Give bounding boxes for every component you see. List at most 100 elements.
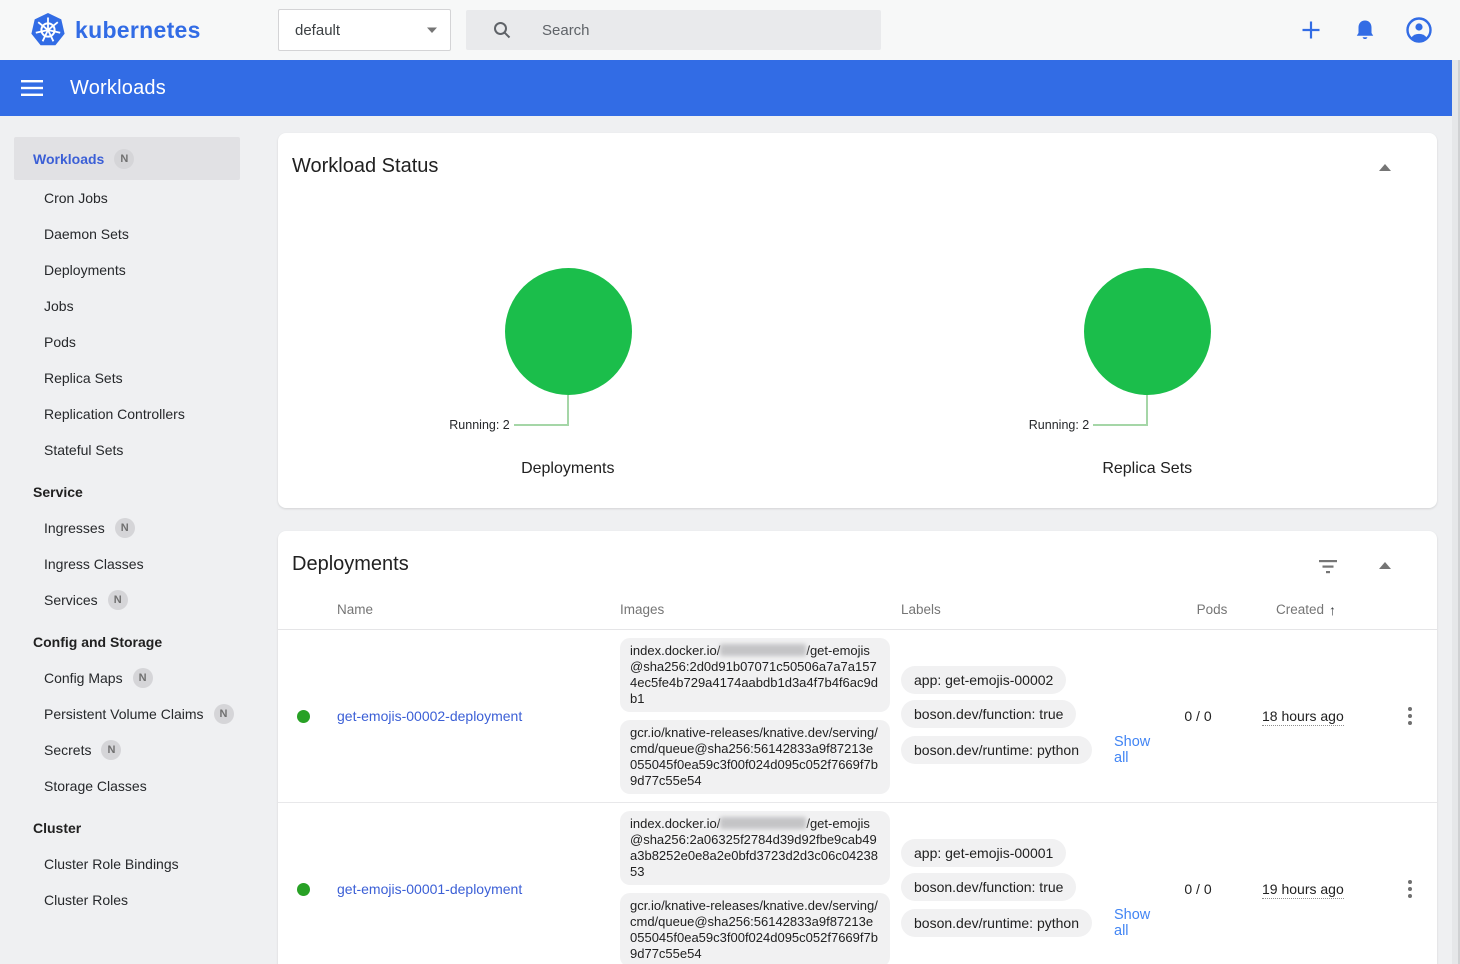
sidebar-item-label: Config Maps (44, 670, 123, 686)
label-chip: boson.dev/runtime: python (901, 909, 1092, 937)
label-chip: boson.dev/function: true (901, 700, 1076, 728)
sidebar-item-label: Stateful Sets (44, 442, 123, 458)
sidebar-item-config-maps[interactable]: Config Maps N (0, 660, 260, 696)
sidebar-item-label: Replication Controllers (44, 406, 185, 422)
sidebar-item-label: Jobs (44, 298, 74, 314)
column-header-labels[interactable]: Labels (901, 602, 1177, 617)
sidebar-item-jobs[interactable]: Jobs (0, 288, 260, 324)
column-header-name[interactable]: Name (278, 602, 620, 617)
sidebar-item-cron-jobs[interactable]: Cron Jobs (0, 180, 260, 216)
sidebar-item-stateful-sets[interactable]: Stateful Sets (0, 432, 260, 468)
sidebar-item-daemon-sets[interactable]: Daemon Sets (0, 216, 260, 252)
deployment-link[interactable]: get-emojis-00002-deployment (337, 708, 522, 724)
brand-name: kubernetes (75, 17, 201, 44)
sidebar-item-label: Cluster Role Bindings (44, 856, 179, 872)
callout-line (567, 395, 569, 426)
sidebar-item-label: Pods (44, 334, 76, 350)
image-chip: gcr.io/knative-releases/knative.dev/serv… (620, 720, 890, 794)
chart-caption: Deployments (278, 460, 858, 478)
show-all-link[interactable]: Show all (1114, 907, 1163, 939)
deployment-link[interactable]: get-emojis-00001-deployment (337, 881, 522, 897)
chart-annotation: Running: 2 (1029, 418, 1089, 432)
sidebar-item-ingresses[interactable]: IngressesN (0, 510, 260, 546)
new-badge: N (101, 740, 121, 760)
filter-icon (1319, 560, 1337, 574)
sidebar-item-ingress-classes[interactable]: Ingress Classes (0, 546, 260, 582)
collapse-deployments-button[interactable] (1373, 553, 1397, 577)
topbar: kubernetes default (0, 0, 1460, 60)
column-header-images[interactable]: Images (620, 602, 901, 617)
sidebar-item-label: Ingresses (44, 520, 105, 536)
namespace-selector[interactable]: default (278, 9, 451, 51)
new-badge: N (133, 668, 153, 688)
label-chip: app: get-emojis-00002 (901, 666, 1066, 694)
column-header-created[interactable]: Created ↑ (1247, 602, 1336, 618)
sort-ascending-icon: ↑ (1329, 602, 1336, 618)
sidebar-item-label: Config and Storage (33, 634, 162, 650)
sidebar-item-storage-classes[interactable]: Storage Classes (0, 768, 260, 804)
redacted-text (720, 644, 806, 656)
sidebar-item-label: Service (33, 484, 83, 500)
sidebar-item-secrets[interactable]: Secrets N (0, 732, 260, 768)
account-icon (1406, 17, 1432, 43)
hamburger-icon (21, 80, 43, 96)
chevron-down-icon (426, 26, 438, 34)
sidebar-item-label: Ingress Classes (44, 556, 144, 572)
search-input[interactable] (542, 22, 842, 39)
sidebar-section-config-and-storage: Config and Storage (0, 624, 260, 660)
sidebar-item-label: Cluster (33, 820, 81, 836)
table-row: get-emojis-00002-deployment index.docker… (278, 630, 1437, 802)
sidebar-item-cluster-role-bindings[interactable]: Cluster Role Bindings (0, 846, 260, 882)
sidebar-item-label: Secrets (44, 742, 91, 758)
row-menu-button[interactable] (1404, 703, 1416, 729)
pie-chart-replica-sets (1084, 268, 1211, 395)
account-button[interactable] (1406, 17, 1432, 43)
collapse-workload-status-button[interactable] (1373, 155, 1397, 179)
status-running-icon (297, 710, 310, 723)
card-title: Workload Status (278, 133, 1437, 178)
sidebar-item-replication-controllers[interactable]: Replication Controllers (0, 396, 260, 432)
pods-count: 0 / 0 (1163, 708, 1233, 724)
main-content: Workload Status Running: 2 Deployments R… (278, 133, 1437, 964)
arrow-up-icon (1379, 164, 1391, 171)
sidebar-item-cluster-roles[interactable]: Cluster Roles (0, 882, 260, 918)
sidebar-item-persistent-volume-claims[interactable]: Persistent Volume ClaimsN (0, 696, 260, 732)
sidebar-item-deployments[interactable]: Deployments (0, 252, 260, 288)
redacted-text (720, 817, 806, 829)
arrow-up-icon (1379, 562, 1391, 569)
sidebar-item-workloads[interactable]: WorkloadsN (14, 137, 240, 180)
sidebar-item-services[interactable]: ServicesN (0, 582, 260, 618)
namespace-value: default (295, 22, 340, 39)
kubernetes-logo-icon (30, 12, 66, 48)
topbar-actions (1298, 0, 1432, 60)
label-chip: boson.dev/function: true (901, 873, 1076, 901)
deployments-card: Deployments Name Images Labels Pods Crea… (278, 531, 1437, 964)
row-menu-button[interactable] (1404, 876, 1416, 902)
label-chip: app: get-emojis-00001 (901, 839, 1066, 867)
create-resource-button[interactable] (1298, 17, 1324, 43)
sidebar-item-replica-sets[interactable]: Replica Sets (0, 360, 260, 396)
show-all-link[interactable]: Show all (1114, 734, 1163, 766)
bell-icon (1354, 18, 1376, 42)
sidebar-section-service: Service (0, 474, 260, 510)
pie-chart-deployments (505, 268, 632, 395)
callout-line (1093, 424, 1147, 426)
scrollbar[interactable] (1452, 60, 1460, 964)
created-timestamp: 18 hours ago (1262, 708, 1344, 726)
new-badge: N (214, 704, 234, 724)
notifications-button[interactable] (1352, 17, 1378, 43)
sidebar-item-label: Daemon Sets (44, 226, 129, 242)
menu-button[interactable] (20, 76, 44, 100)
card-title: Deployments (278, 531, 1437, 576)
sidebar-item-label: Workloads (33, 151, 104, 167)
sidebar: WorkloadsNCron JobsDaemon SetsDeployment… (0, 116, 260, 964)
sidebar-item-pods[interactable]: Pods (0, 324, 260, 360)
search-icon (492, 20, 512, 40)
created-timestamp: 19 hours ago (1262, 881, 1344, 899)
column-header-pods[interactable]: Pods (1177, 602, 1247, 617)
filter-button[interactable] (1316, 555, 1340, 579)
callout-line (1146, 395, 1148, 426)
sidebar-item-label: Cluster Roles (44, 892, 128, 908)
image-text: index.docker.io/ (630, 816, 720, 831)
kubernetes-logo[interactable]: kubernetes (30, 12, 201, 48)
